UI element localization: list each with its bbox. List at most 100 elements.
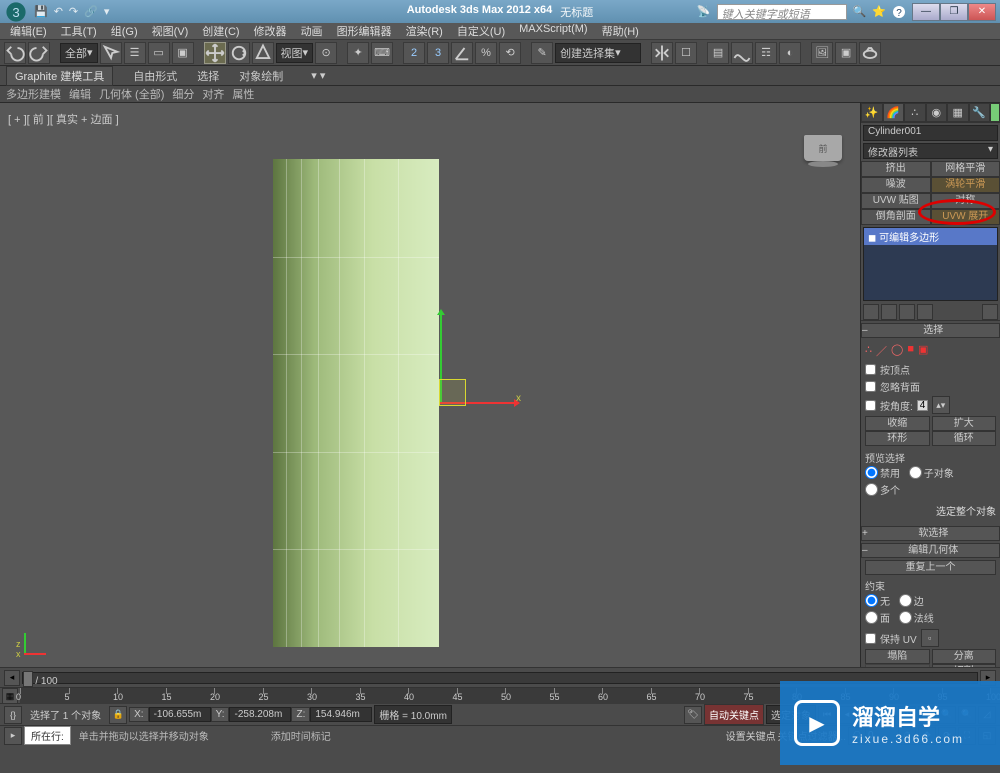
constraint-face-radio[interactable]	[865, 611, 878, 624]
autokey-button[interactable]: 自动关键点	[704, 704, 764, 725]
graphite-label[interactable]: Graphite 建模工具	[6, 66, 113, 86]
subr-geom-all[interactable]: 几何体 (全部)	[99, 86, 164, 102]
menu-group[interactable]: 组(G)	[105, 23, 144, 39]
menu-views[interactable]: 视图(V)	[146, 23, 195, 39]
spinner-snap-button[interactable]: ⟲	[499, 42, 521, 64]
setkey-button[interactable]: 设置关键点	[726, 728, 776, 743]
collapse-button[interactable]: 塌陷	[865, 649, 930, 664]
layer-manager-button[interactable]: ▤	[707, 42, 729, 64]
select-and-move-button[interactable]	[204, 42, 226, 64]
repeat-last-button[interactable]: 重复上一个	[865, 560, 996, 575]
ribbon-expand-icon[interactable]: ▾ ▾	[311, 69, 325, 82]
grow-button[interactable]: 扩大	[932, 416, 997, 431]
mod-btn-meshsmooth[interactable]: 网格平滑	[931, 161, 1000, 177]
qat-save-icon[interactable]: 💾	[34, 5, 48, 18]
subobj-border-icon[interactable]: ◯	[891, 343, 903, 359]
menu-customize[interactable]: 自定义(U)	[451, 23, 511, 39]
search-input[interactable]: 键入关键字或短语	[717, 4, 847, 20]
remove-modifier-icon[interactable]	[917, 304, 933, 320]
panel-tab-hierarchy[interactable]: ∴	[904, 103, 926, 122]
render-production-button[interactable]	[859, 42, 881, 64]
viewport-label[interactable]: [ + ][ 前 ][ 真实 + 边面 ]	[8, 111, 119, 127]
select-by-name-button[interactable]: ☰	[124, 42, 146, 64]
mod-btn-uvwmap[interactable]: UVW 贴图	[861, 193, 931, 209]
percent-snap-button[interactable]: %	[475, 42, 497, 64]
render-setup-button[interactable]: 🖼	[811, 42, 833, 64]
maximize-button[interactable]: ❐	[940, 3, 968, 21]
ribbon-tab-objectpaint[interactable]: 对象绘制	[239, 68, 283, 84]
prompt-icon[interactable]: ▸	[4, 727, 22, 745]
modifier-stack[interactable]: ◼ 可编辑多边形	[863, 227, 998, 301]
modifier-stack-item[interactable]: ◼ 可编辑多边形	[864, 228, 997, 245]
align-button[interactable]: ☐	[675, 42, 697, 64]
menu-maxscript[interactable]: MAXScript(M)	[513, 23, 593, 39]
object-name-field[interactable]: Cylinder001	[863, 125, 998, 141]
panel-tab-modify[interactable]: 🌈	[883, 103, 905, 122]
preview-subobj-radio[interactable]	[909, 466, 922, 479]
spinner-icon[interactable]: ▴▾	[932, 396, 950, 414]
app-logo-icon[interactable]: 3	[4, 2, 28, 22]
menu-create[interactable]: 创建(C)	[196, 23, 245, 39]
time-prev-button[interactable]: ◂	[4, 670, 20, 686]
rendered-frame-window-button[interactable]: ▣	[835, 42, 857, 64]
panel-tab-utilities[interactable]: 🔧	[969, 103, 991, 122]
redo-button[interactable]	[28, 42, 50, 64]
menu-animation[interactable]: 动画	[295, 23, 329, 39]
mod-btn-symmetry[interactable]: 对称	[931, 193, 1000, 209]
undo-button[interactable]	[4, 42, 26, 64]
minimize-button[interactable]: —	[912, 3, 940, 21]
subobj-polygon-icon[interactable]: ■	[907, 343, 914, 359]
panel-tab-display[interactable]: ▦	[947, 103, 969, 122]
lock-selection-icon[interactable]: 🔒	[109, 706, 127, 724]
menu-help[interactable]: 帮助(H)	[596, 23, 645, 39]
constraint-normal-radio[interactable]	[899, 611, 912, 624]
panel-tab-motion[interactable]: ◉	[926, 103, 948, 122]
search-btn-icon[interactable]: 🔍	[853, 5, 867, 18]
edit-named-selection-button[interactable]: ✎	[531, 42, 553, 64]
qat-undo-icon[interactable]: ↶	[54, 5, 63, 18]
subobj-edge-icon[interactable]: ／	[876, 343, 887, 359]
pin-stack-icon[interactable]	[863, 304, 879, 320]
keyboard-shortcut-override-button[interactable]: ⌨	[371, 42, 393, 64]
mirror-button[interactable]	[651, 42, 673, 64]
preserve-uv-checkbox[interactable]	[865, 633, 876, 644]
schematic-view-button[interactable]: ☶	[755, 42, 777, 64]
constraint-edge-radio[interactable]	[899, 594, 912, 607]
maxscript-listener-icon[interactable]: {}	[4, 706, 22, 724]
by-angle-value-field[interactable]	[917, 400, 928, 411]
help-icon[interactable]: ?	[892, 5, 906, 19]
mod-btn-noise[interactable]: 噪波	[861, 177, 931, 193]
subobj-element-icon[interactable]: ▣	[918, 343, 928, 359]
rollout-softselection-header[interactable]: +软选择	[861, 526, 1000, 541]
ignore-backfacing-checkbox[interactable]	[865, 381, 876, 392]
select-object-button[interactable]	[100, 42, 122, 64]
shrink-button[interactable]: 收缩	[865, 416, 930, 431]
ref-coord-dropdown[interactable]: 视图 ▾	[276, 43, 314, 63]
by-vertex-checkbox[interactable]	[865, 364, 876, 375]
time-tag-icon[interactable]: 🏷	[684, 706, 702, 724]
menu-grapheditors[interactable]: 图形编辑器	[331, 23, 398, 39]
ribbon-tab-selection[interactable]: 选择	[197, 68, 219, 84]
select-and-rotate-button[interactable]	[228, 42, 250, 64]
material-editor-button[interactable]: ◐	[779, 42, 801, 64]
snap-toggle-2d-button[interactable]: 2	[403, 42, 425, 64]
modifier-list-dropdown[interactable]: 修改器列表▾	[863, 143, 998, 159]
ribbon-tab-freeform[interactable]: 自由形式	[133, 68, 177, 84]
menu-modifiers[interactable]: 修改器	[248, 23, 293, 39]
menu-tools[interactable]: 工具(T)	[55, 23, 103, 39]
viewcube[interactable]: 前	[804, 135, 842, 161]
subr-properties[interactable]: 属性	[232, 86, 254, 102]
qat-redo-icon[interactable]: ↷	[69, 5, 78, 18]
constraint-none-radio[interactable]	[865, 594, 878, 607]
panel-tab-create[interactable]: ✨	[861, 103, 883, 122]
subobj-vertex-icon[interactable]: ∴	[865, 343, 872, 359]
configure-modifier-sets-icon[interactable]	[982, 304, 998, 320]
curve-editor-button[interactable]	[731, 42, 753, 64]
menu-edit[interactable]: 编辑(E)	[4, 23, 53, 39]
coord-x-field[interactable]: -106.655m	[149, 707, 211, 722]
show-end-result-icon[interactable]	[881, 304, 897, 320]
subr-align[interactable]: 对齐	[202, 86, 224, 102]
select-and-manipulate-button[interactable]: ✦	[347, 42, 369, 64]
by-angle-checkbox[interactable]	[865, 400, 876, 411]
subr-subdiv[interactable]: 细分	[172, 86, 194, 102]
